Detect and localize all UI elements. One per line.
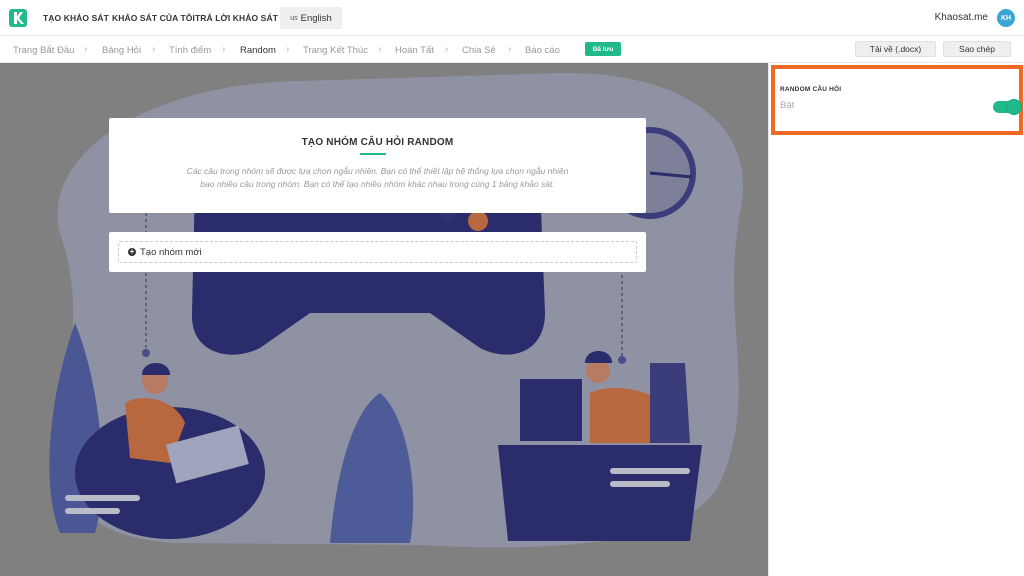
language-selector[interactable]: us English xyxy=(280,7,342,29)
chevron-right-icon: › xyxy=(286,44,290,55)
step-complete[interactable]: Hoàn Tất xyxy=(395,45,434,56)
nav-my-surveys[interactable]: KHẢO SÁT CỦA TÔI xyxy=(112,13,195,23)
create-new-group-button[interactable]: + Tạo nhóm mới xyxy=(118,241,637,263)
step-share[interactable]: Chia Sẻ xyxy=(462,45,496,56)
plus-circle-icon: + xyxy=(128,247,136,256)
step-end-page[interactable]: Trang Kết Thúc xyxy=(303,45,368,56)
title-underline xyxy=(360,153,386,155)
copy-survey-button[interactable]: Sao chép xyxy=(943,41,1011,57)
nav-create-survey[interactable]: TẠO KHẢO SÁT xyxy=(43,13,109,23)
random-question-toggle[interactable] xyxy=(993,100,1021,114)
us-flag-icon: us xyxy=(290,14,298,22)
random-question-setting: RANDOM CÂU HỎI Bật xyxy=(771,65,1023,135)
chevron-right-icon: › xyxy=(508,44,512,55)
step-questionnaire[interactable]: Bảng Hỏi xyxy=(102,45,141,56)
download-docx-button[interactable]: Tải về (.docx) xyxy=(855,41,936,57)
chevron-right-icon: › xyxy=(152,44,156,55)
step-report[interactable]: Báo cáo xyxy=(525,45,560,56)
site-account-link[interactable]: Khaosat.me xyxy=(935,12,988,23)
toggle-knob xyxy=(1007,100,1021,114)
page-title: TẠO NHÓM CÂU HỎI RANDOM xyxy=(301,137,454,148)
create-new-group-label: Tạo nhóm mới xyxy=(140,246,202,258)
saved-status-badge: Đã lưu xyxy=(585,42,621,56)
setting-label: RANDOM CÂU HỎI xyxy=(780,86,842,93)
khaosat-logo-icon[interactable] xyxy=(9,9,27,27)
chevron-right-icon: › xyxy=(445,44,449,55)
nav-answer-surveys[interactable]: TRẢ LỜI KHẢO SÁT xyxy=(195,13,278,23)
language-label: English xyxy=(300,12,332,24)
chevron-right-icon: › xyxy=(84,44,88,55)
step-start-page[interactable]: Trang Bắt Đầu xyxy=(13,45,74,56)
random-group-intro-card: TẠO NHÓM CÂU HỎI RANDOM Các câu trong nh… xyxy=(109,118,646,213)
chevron-right-icon: › xyxy=(222,44,226,55)
step-random[interactable]: Random xyxy=(240,45,276,56)
setting-value: Bật xyxy=(780,100,795,111)
intro-description: Các câu trong nhóm sẽ được lựa chọn ngẫu… xyxy=(186,166,569,189)
settings-panel: RANDOM CÂU HỎI Bật xyxy=(768,63,1024,576)
chevron-right-icon: › xyxy=(378,44,382,55)
avatar[interactable]: KH xyxy=(997,9,1015,27)
random-groups-canvas: TẠO NHÓM CÂU HỎI RANDOM Các câu trong nh… xyxy=(0,63,768,576)
new-group-card: + Tạo nhóm mới xyxy=(109,232,646,272)
step-scoring[interactable]: Tính điểm xyxy=(169,45,211,56)
top-navbar: TẠO KHẢO SÁT KHẢO SÁT CỦA TÔI TRẢ LỜI KH… xyxy=(0,0,1024,36)
